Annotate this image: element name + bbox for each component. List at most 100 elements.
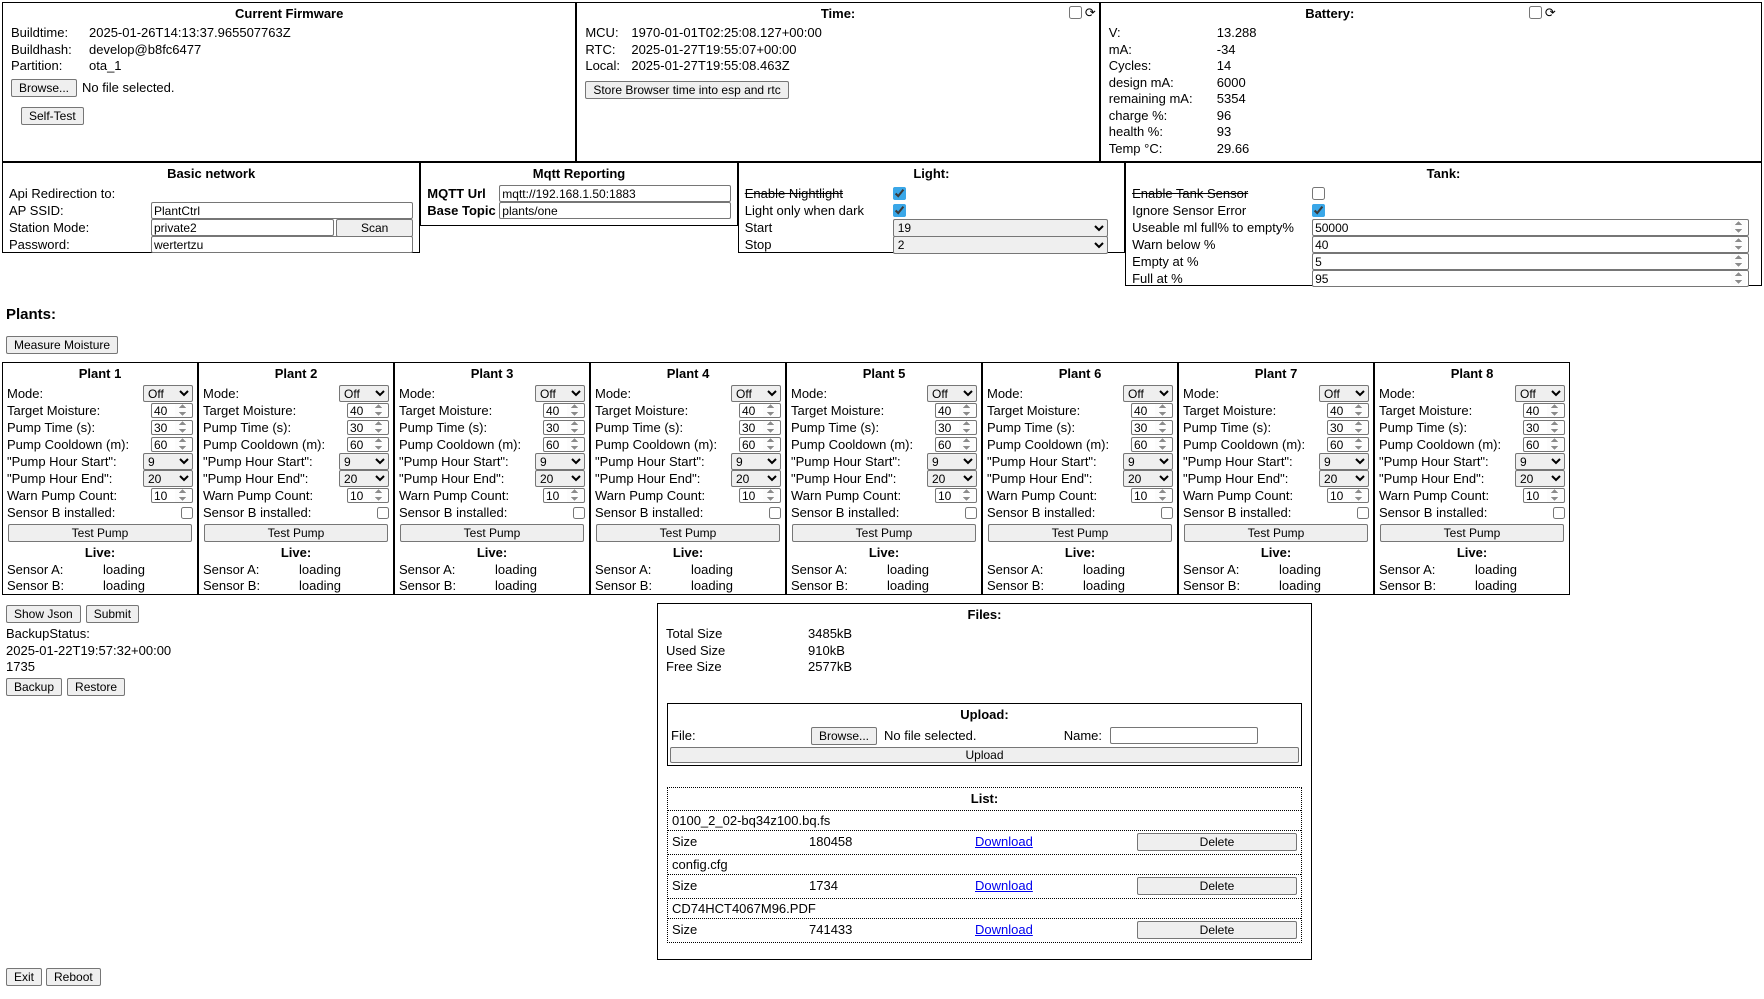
pump-time-input[interactable] xyxy=(739,420,781,435)
battery-auto-refresh-checkbox[interactable] xyxy=(1529,6,1542,19)
pump-hour-start-select[interactable]: 9 xyxy=(1515,453,1565,470)
mode-select[interactable]: Off xyxy=(339,385,389,402)
mode-select[interactable]: Off xyxy=(1319,385,1369,402)
pump-hour-end-select[interactable]: 20 xyxy=(535,470,585,487)
ignore-sensor-error-checkbox[interactable] xyxy=(1312,204,1325,217)
test-pump-button[interactable]: Test Pump xyxy=(1380,524,1564,542)
sensor-b-installed-checkbox[interactable] xyxy=(965,507,977,519)
upload-browse-button[interactable]: Browse... xyxy=(811,727,877,745)
backup-button[interactable]: Backup xyxy=(6,678,62,696)
upload-name-input[interactable] xyxy=(1110,727,1258,744)
sensor-b-installed-checkbox[interactable] xyxy=(769,507,781,519)
time-auto-refresh-checkbox[interactable] xyxy=(1069,6,1082,19)
submit-button[interactable]: Submit xyxy=(86,605,139,623)
test-pump-button[interactable]: Test Pump xyxy=(792,524,976,542)
ap-ssid-input[interactable] xyxy=(151,202,413,219)
pump-cooldown-input[interactable] xyxy=(151,437,193,452)
pump-hour-end-select[interactable]: 20 xyxy=(339,470,389,487)
mode-select[interactable]: Off xyxy=(927,385,977,402)
restore-button[interactable]: Restore xyxy=(67,678,125,696)
pump-cooldown-input[interactable] xyxy=(543,437,585,452)
warn-below-input[interactable] xyxy=(1312,236,1749,253)
pump-hour-start-select[interactable]: 9 xyxy=(927,453,977,470)
station-mode-input[interactable] xyxy=(151,219,334,236)
target-moisture-input[interactable] xyxy=(739,403,781,418)
pump-hour-start-select[interactable]: 9 xyxy=(1319,453,1369,470)
target-moisture-input[interactable] xyxy=(151,403,193,418)
light-start-select[interactable]: 19 xyxy=(893,219,1108,237)
pump-time-input[interactable] xyxy=(151,420,193,435)
light-only-dark-checkbox[interactable] xyxy=(893,204,906,217)
sensor-b-installed-checkbox[interactable] xyxy=(573,507,585,519)
reboot-button[interactable]: Reboot xyxy=(46,968,101,986)
battery-refresh-icon[interactable]: ⟳ xyxy=(1545,6,1556,19)
pump-time-input[interactable] xyxy=(1131,420,1173,435)
pump-hour-end-select[interactable]: 20 xyxy=(1319,470,1369,487)
pump-cooldown-input[interactable] xyxy=(1131,437,1173,452)
download-link[interactable]: Download xyxy=(975,834,1137,849)
exit-button[interactable]: Exit xyxy=(6,968,42,986)
warn-pump-count-input[interactable] xyxy=(935,488,977,503)
warn-pump-count-input[interactable] xyxy=(347,488,389,503)
sensor-b-installed-checkbox[interactable] xyxy=(1553,507,1565,519)
pump-hour-end-select[interactable]: 20 xyxy=(1123,470,1173,487)
store-browser-time-button[interactable]: Store Browser time into esp and rtc xyxy=(585,81,788,99)
empty-at-input[interactable] xyxy=(1312,253,1749,270)
target-moisture-input[interactable] xyxy=(347,403,389,418)
test-pump-button[interactable]: Test Pump xyxy=(400,524,584,542)
measure-moisture-button[interactable]: Measure Moisture xyxy=(6,336,118,354)
warn-pump-count-input[interactable] xyxy=(739,488,781,503)
pump-hour-start-select[interactable]: 9 xyxy=(731,453,781,470)
time-refresh-icon[interactable]: ⟳ xyxy=(1085,6,1096,19)
sensor-b-installed-checkbox[interactable] xyxy=(1357,507,1369,519)
pump-hour-start-select[interactable]: 9 xyxy=(339,453,389,470)
mode-select[interactable]: Off xyxy=(731,385,781,402)
pump-hour-end-select[interactable]: 20 xyxy=(731,470,781,487)
test-pump-button[interactable]: Test Pump xyxy=(1184,524,1368,542)
pump-hour-start-select[interactable]: 9 xyxy=(535,453,585,470)
pump-time-input[interactable] xyxy=(1523,420,1565,435)
pump-time-input[interactable] xyxy=(935,420,977,435)
delete-button[interactable]: Delete xyxy=(1137,921,1297,939)
warn-pump-count-input[interactable] xyxy=(151,488,193,503)
test-pump-button[interactable]: Test Pump xyxy=(988,524,1172,542)
test-pump-button[interactable]: Test Pump xyxy=(204,524,388,542)
pump-cooldown-input[interactable] xyxy=(1523,437,1565,452)
sensor-b-installed-checkbox[interactable] xyxy=(181,507,193,519)
pump-cooldown-input[interactable] xyxy=(935,437,977,452)
scan-button[interactable]: Scan xyxy=(336,219,413,237)
warn-pump-count-input[interactable] xyxy=(1523,488,1565,503)
target-moisture-input[interactable] xyxy=(1327,403,1369,418)
target-moisture-input[interactable] xyxy=(1131,403,1173,418)
mode-select[interactable]: Off xyxy=(1515,385,1565,402)
mode-select[interactable]: Off xyxy=(143,385,193,402)
target-moisture-input[interactable] xyxy=(543,403,585,418)
pump-cooldown-input[interactable] xyxy=(347,437,389,452)
full-at-input[interactable] xyxy=(1312,270,1749,287)
test-pump-button[interactable]: Test Pump xyxy=(8,524,192,542)
sensor-b-installed-checkbox[interactable] xyxy=(1161,507,1173,519)
warn-pump-count-input[interactable] xyxy=(1131,488,1173,503)
warn-pump-count-input[interactable] xyxy=(1327,488,1369,503)
pump-time-input[interactable] xyxy=(1327,420,1369,435)
pump-cooldown-input[interactable] xyxy=(1327,437,1369,452)
mqtt-url-input[interactable] xyxy=(499,185,730,202)
download-link[interactable]: Download xyxy=(975,922,1137,937)
base-topic-input[interactable] xyxy=(499,202,730,219)
pump-hour-end-select[interactable]: 20 xyxy=(927,470,977,487)
enable-nightlight-checkbox[interactable] xyxy=(893,187,906,200)
mode-select[interactable]: Off xyxy=(535,385,585,402)
delete-button[interactable]: Delete xyxy=(1137,877,1297,895)
pump-hour-start-select[interactable]: 9 xyxy=(143,453,193,470)
pump-time-input[interactable] xyxy=(347,420,389,435)
pump-hour-start-select[interactable]: 9 xyxy=(1123,453,1173,470)
pump-hour-end-select[interactable]: 20 xyxy=(143,470,193,487)
sensor-b-installed-checkbox[interactable] xyxy=(377,507,389,519)
show-json-button[interactable]: Show Json xyxy=(6,605,81,623)
mode-select[interactable]: Off xyxy=(1123,385,1173,402)
useable-ml-input[interactable] xyxy=(1312,219,1749,236)
firmware-browse-button[interactable]: Browse... xyxy=(11,79,77,97)
light-stop-select[interactable]: 2 xyxy=(893,236,1108,254)
upload-button[interactable]: Upload xyxy=(670,747,1299,763)
pump-hour-end-select[interactable]: 20 xyxy=(1515,470,1565,487)
